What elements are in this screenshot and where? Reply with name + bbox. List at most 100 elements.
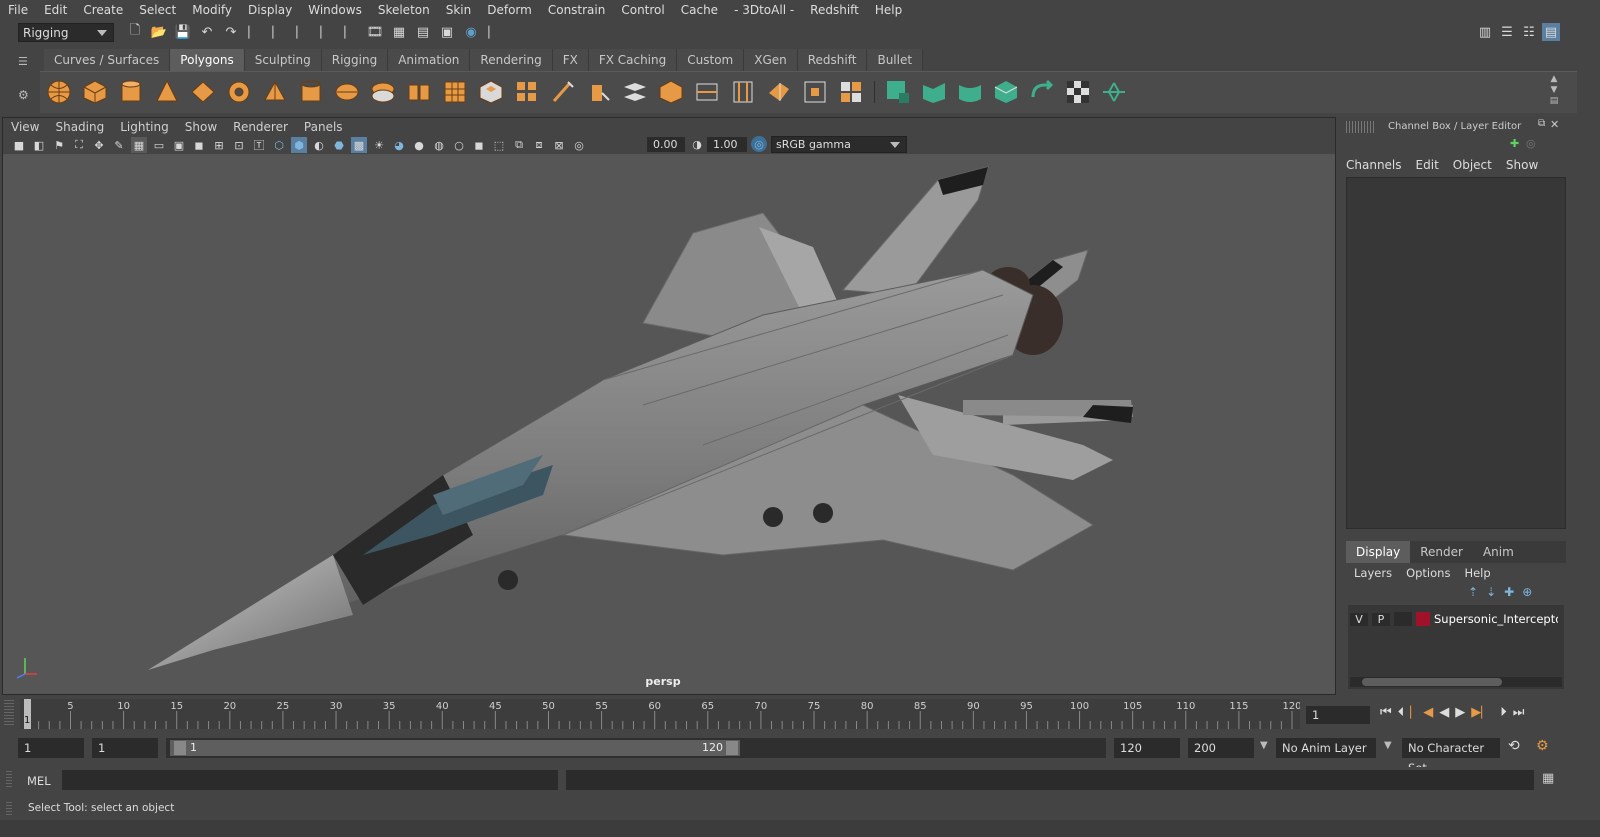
poly-torus-icon[interactable] (226, 79, 252, 105)
tab-layer-display[interactable]: Display (1346, 541, 1411, 563)
cut-sew-uv-icon[interactable] (1101, 79, 1127, 105)
multi-cut-icon[interactable] (550, 79, 576, 105)
offset-edge-loop-icon[interactable] (730, 79, 756, 105)
menu-skeleton[interactable]: Skeleton (370, 3, 438, 17)
step-forward-key-icon[interactable]: ⏵ (1500, 705, 1507, 720)
layer-row[interactable]: V P Supersonic_Interceptor_ (1350, 609, 1562, 629)
gate-mask-icon[interactable]: ◼ (191, 137, 207, 153)
gamma-field[interactable]: 1.00 (707, 137, 747, 152)
menu-deform[interactable]: Deform (479, 3, 540, 17)
shelf-scroll-icon[interactable]: ▲ ▼ ▤ (1548, 74, 1560, 110)
bevel-icon[interactable] (514, 79, 540, 105)
viewport-menu-shading[interactable]: Shading (47, 120, 112, 134)
start-time-field[interactable]: 1 (18, 738, 84, 758)
poly-sphere-icon[interactable] (46, 79, 72, 105)
xray-joints-icon[interactable]: ⧈ (531, 137, 547, 153)
grid-icon[interactable]: ▦ (131, 137, 147, 153)
selection-mask-5-icon[interactable]: ⎸ (342, 23, 360, 41)
select-camera-icon[interactable]: ■ (11, 137, 27, 153)
timeline-grip[interactable] (4, 700, 14, 726)
cb-menu-object[interactable]: Object (1453, 158, 1492, 172)
command-grip[interactable] (6, 771, 12, 789)
safe-action-icon[interactable]: ⊡ (231, 137, 247, 153)
render-settings-icon[interactable]: ▣ (438, 23, 456, 41)
poly-cone-icon[interactable] (154, 79, 180, 105)
help-grip[interactable] (6, 802, 12, 816)
modeling-toolkit-icon[interactable]: ▥ (1476, 23, 1494, 41)
bookmark-icon[interactable]: ⚑ (51, 137, 67, 153)
target-weld-icon[interactable] (586, 79, 612, 105)
fill-hole-icon[interactable] (766, 79, 792, 105)
range-slider[interactable]: 1 120 (166, 738, 1106, 758)
safe-title-icon[interactable]: 🅃 (251, 137, 267, 153)
grease-pencil-icon[interactable]: ✎ (111, 137, 127, 153)
script-editor-icon[interactable]: ▦ (1542, 771, 1554, 786)
xray-components-icon[interactable]: ⊠ (551, 137, 567, 153)
color-space-dropdown[interactable]: sRGB gamma (771, 136, 907, 153)
depth-of-field-icon[interactable]: ◼ (471, 137, 487, 153)
manipulator-icon[interactable]: ◎ (1526, 137, 1536, 150)
play-forward-icon[interactable]: ▶ (1455, 705, 1465, 720)
layer-menu-layers[interactable]: Layers (1354, 566, 1392, 580)
viewport-menu-lighting[interactable]: Lighting (112, 120, 177, 134)
tab-rigging[interactable]: Rigging (321, 49, 389, 71)
camera-attributes-icon[interactable]: ◧ (31, 137, 47, 153)
move-layer-up-icon[interactable]: ⇡ (1468, 585, 1478, 599)
open-scene-icon[interactable]: 📂 (150, 23, 168, 41)
menu-skin[interactable]: Skin (438, 3, 480, 17)
tab-animation[interactable]: Animation (388, 49, 471, 71)
tab-bullet[interactable]: Bullet (867, 49, 924, 71)
cylindrical-map-icon[interactable] (957, 79, 983, 105)
tab-layer-anim[interactable]: Anim (1473, 541, 1524, 563)
poly-plane-icon[interactable] (190, 79, 216, 105)
menu-set-dropdown[interactable]: Rigging (18, 23, 114, 42)
tab-custom[interactable]: Custom (677, 49, 745, 71)
ipr-render-icon[interactable]: ▤ (414, 23, 432, 41)
tab-polygons[interactable]: Polygons (170, 49, 245, 71)
append-polygon-icon[interactable] (658, 79, 684, 105)
tool-settings-icon[interactable]: ☷ (1520, 23, 1538, 41)
aircraft-model[interactable] (3, 155, 1335, 694)
reduce-icon[interactable] (802, 79, 828, 105)
render-frame-icon[interactable]: ▦ (390, 23, 408, 41)
channel-box-area[interactable] (1346, 177, 1566, 529)
automatic-map-icon[interactable] (993, 79, 1019, 105)
use-all-lights-icon[interactable]: ☀ (371, 137, 387, 153)
undo-icon[interactable]: ↶ (198, 23, 216, 41)
cb-menu-edit[interactable]: Edit (1416, 158, 1439, 172)
playback-start-field[interactable]: 1 (92, 738, 158, 758)
viewport-menu-view[interactable]: View (3, 120, 47, 134)
menu-file[interactable]: File (0, 3, 36, 17)
2d-pan-zoom-icon[interactable]: ✥ (91, 137, 107, 153)
color-management-icon[interactable]: ◎ (751, 136, 767, 152)
cb-menu-channels[interactable]: Channels (1346, 158, 1402, 172)
chevron-down-icon[interactable]: ▼ (1260, 740, 1268, 751)
shadows-icon[interactable]: ◕ (391, 137, 407, 153)
wireframe-icon[interactable]: ⬡ (271, 137, 287, 153)
menu-cache[interactable]: Cache (673, 3, 726, 17)
extrude-icon[interactable] (478, 79, 504, 105)
step-forward-frame-icon[interactable]: ▶⎸ (1471, 705, 1494, 720)
menu-windows[interactable]: Windows (300, 3, 370, 17)
current-frame-field[interactable]: 1 (1306, 706, 1370, 724)
layer-menu-options[interactable]: Options (1406, 566, 1450, 580)
tab-fx[interactable]: FX (552, 49, 589, 71)
channel-box-icon[interactable]: ▤ (1542, 23, 1560, 41)
resolution-gate-icon[interactable]: ▣ (171, 137, 187, 153)
smooth-icon[interactable] (442, 79, 468, 105)
poly-cube-icon[interactable] (82, 79, 108, 105)
end-time-field[interactable]: 200 (1188, 738, 1254, 758)
viewport-menu-renderer[interactable]: Renderer (225, 120, 296, 134)
layer-playback-toggle[interactable]: P (1372, 612, 1390, 626)
menu-modify[interactable]: Modify (184, 3, 240, 17)
menu-create[interactable]: Create (75, 3, 131, 17)
new-layer-icon[interactable]: ✚ (1504, 585, 1514, 599)
viewport-scene[interactable]: persp (3, 155, 1335, 694)
tab-layer-render[interactable]: Render (1410, 541, 1473, 563)
menu-control[interactable]: Control (613, 3, 672, 17)
layer-display-type[interactable] (1394, 612, 1412, 626)
selection-mask-3-icon[interactable]: ⎸ (294, 23, 312, 41)
insert-edge-loop-icon[interactable] (694, 79, 720, 105)
shelf-settings-icon[interactable]: ⚙ (18, 88, 32, 102)
wireframe-on-shaded-icon[interactable]: ⬣ (331, 137, 347, 153)
